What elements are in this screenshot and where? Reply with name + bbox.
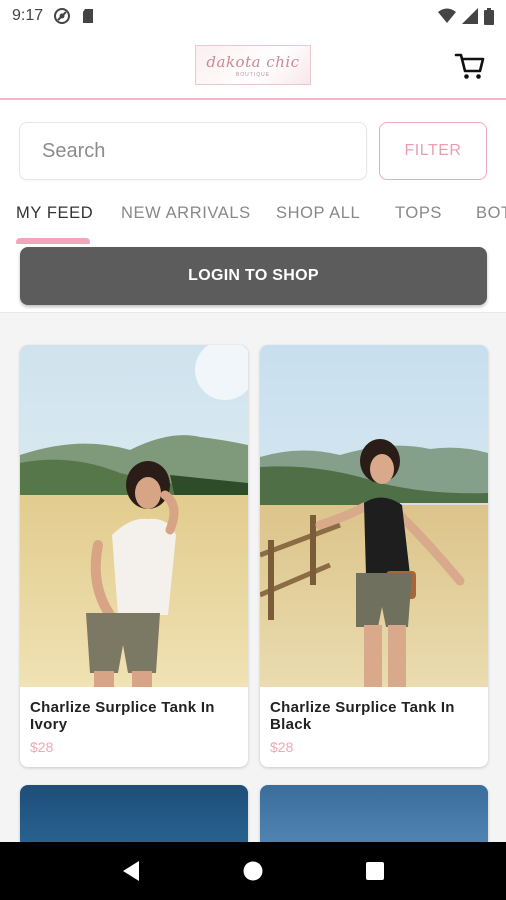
tab-my-feed[interactable]: MY FEED	[16, 204, 93, 223]
tab-bottoms[interactable]: BOTTOMS	[476, 204, 506, 223]
signal-icon	[462, 8, 478, 24]
product-image[interactable]	[260, 345, 488, 687]
logo-text: dakota chic	[206, 52, 300, 71]
search-row: FILTER	[19, 122, 487, 180]
product-title[interactable]: Charlize Surplice Tank In Black	[270, 699, 478, 733]
app-header: dakota chic BOUTIQUE	[0, 32, 506, 100]
recents-icon[interactable]	[355, 851, 395, 891]
battery-icon	[484, 7, 494, 25]
tab-shop-all[interactable]: SHOP ALL	[276, 204, 360, 223]
search-box[interactable]	[19, 122, 367, 180]
brand-logo[interactable]: dakota chic BOUTIQUE	[195, 45, 311, 85]
login-to-shop-button[interactable]: LOGIN TO SHOP	[20, 247, 487, 305]
product-card-body: Charlize Surplice Tank In Black $28	[260, 687, 488, 767]
home-icon[interactable]	[233, 851, 273, 891]
wifi-icon	[438, 8, 456, 24]
product-image[interactable]	[20, 785, 248, 842]
product-card[interactable]: Charlize Surplice Tank In Ivory $28	[20, 345, 248, 767]
system-nav-bar	[0, 842, 506, 900]
at-sign-icon	[53, 7, 71, 25]
product-image[interactable]	[260, 785, 488, 842]
product-card[interactable]: Charlize Surplice Tank In Black $28	[260, 345, 488, 767]
tab-new-arrivals[interactable]: NEW ARRIVALS	[121, 204, 251, 223]
sd-card-icon	[81, 8, 95, 24]
product-card[interactable]	[20, 785, 248, 842]
product-price: $28	[30, 739, 54, 755]
active-tab-indicator	[16, 238, 90, 244]
status-time: 9:17	[12, 7, 44, 24]
filter-button[interactable]: FILTER	[379, 122, 487, 180]
search-input[interactable]	[42, 139, 344, 163]
category-tabs: MY FEED NEW ARRIVALS SHOP ALL TOPS BOTTO…	[0, 196, 506, 244]
product-card-body: Charlize Surplice Tank In Ivory $28	[20, 687, 248, 767]
status-bar: 9:17	[0, 0, 506, 32]
product-image[interactable]	[20, 345, 248, 687]
product-price: $28	[270, 739, 294, 755]
logo-subtext: BOUTIQUE	[235, 71, 271, 78]
product-card[interactable]	[260, 785, 488, 842]
product-feed[interactable]: Charlize Surplice Tank In Ivory $28 Char…	[0, 312, 506, 842]
tab-tops[interactable]: TOPS	[395, 204, 442, 223]
shopping-cart-icon[interactable]	[454, 50, 486, 82]
product-title[interactable]: Charlize Surplice Tank In Ivory	[30, 699, 238, 733]
back-icon[interactable]	[111, 851, 151, 891]
